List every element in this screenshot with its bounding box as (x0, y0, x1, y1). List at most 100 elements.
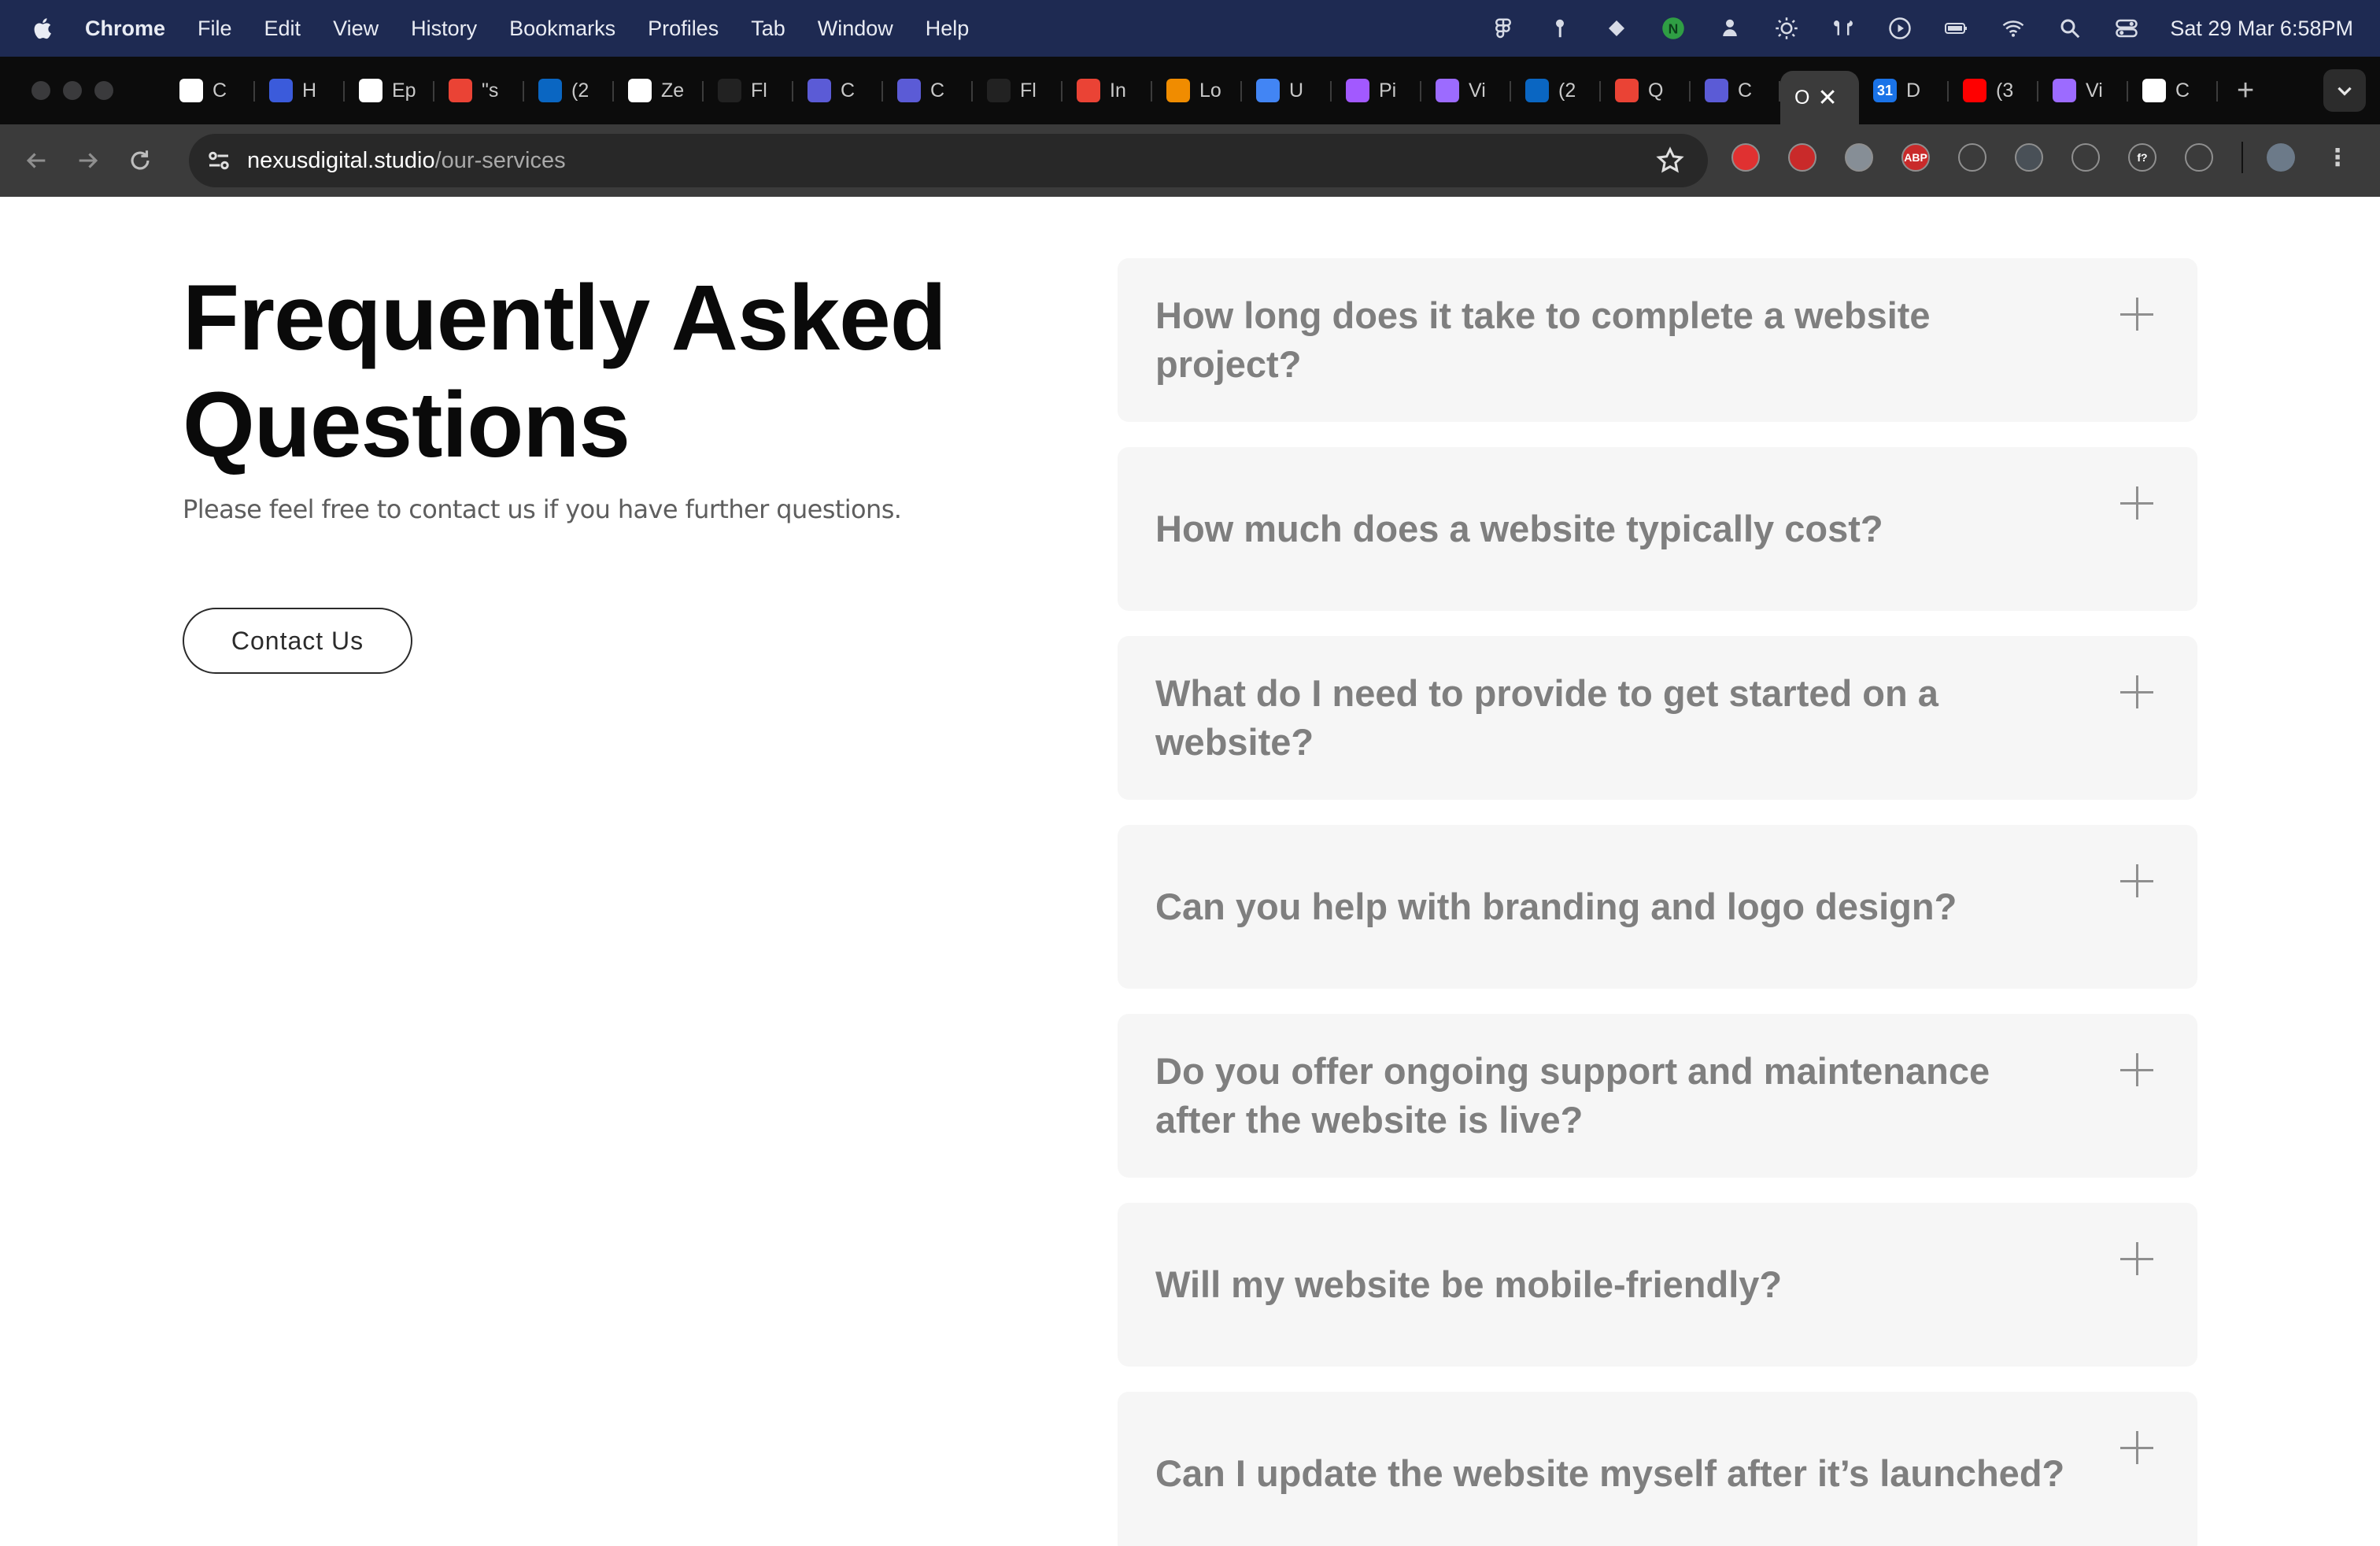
play-status-icon[interactable] (1888, 17, 1912, 40)
airpods-status-icon[interactable] (1831, 17, 1855, 40)
arrow-left-icon (26, 153, 46, 168)
shield-extension-icon[interactable] (2015, 143, 2043, 172)
plus-icon[interactable] (2120, 298, 2153, 331)
back-button[interactable] (20, 145, 52, 176)
reload-button[interactable] (124, 145, 156, 176)
browser-tab[interactable]: Pi (1332, 67, 1421, 114)
plus-icon[interactable] (2120, 675, 2153, 708)
browser-tab[interactable]: "s (434, 67, 524, 114)
plus-icon[interactable] (2120, 486, 2153, 520)
gmail-icon (449, 79, 472, 102)
dice-icon (359, 79, 382, 102)
glasses-extension-icon[interactable] (1845, 143, 1873, 172)
incognito-status-icon[interactable] (1718, 17, 1742, 40)
profile-avatar[interactable] (2267, 143, 2295, 172)
adblock-extension-icon[interactable]: ABP (1901, 143, 1930, 172)
more-menu-icon[interactable]: ⋮ (2323, 143, 2352, 172)
apple-icon[interactable] (30, 15, 57, 42)
plus-icon[interactable] (2120, 1053, 2153, 1086)
tab-title: Lo (1199, 79, 1221, 102)
faq-question: How much does a website typically cost? (1155, 508, 1883, 549)
bug-status-icon[interactable] (1605, 17, 1628, 40)
browser-tab[interactable]: Vi (2038, 67, 2128, 114)
browser-tab[interactable]: (2 (524, 67, 614, 114)
forward-button[interactable] (72, 145, 104, 176)
faq-item[interactable]: How much does a website typically cost? (1118, 447, 2197, 611)
faq-question: Can I update the website myself after it… (1155, 1452, 2065, 1494)
menu-history[interactable]: History (411, 17, 477, 41)
extensions-area: ABP f? ⋮ (1731, 142, 2380, 173)
control-center-icon[interactable] (2115, 17, 2138, 40)
menu-bookmarks[interactable]: Bookmarks (509, 17, 615, 41)
menubar-clock[interactable]: Sat 29 Mar 6:58PM (2170, 17, 2353, 41)
browser-tab[interactable]: Fl (704, 67, 793, 114)
browser-tab[interactable]: Ze (614, 67, 704, 114)
faq-item[interactable]: How long does it take to complete a webs… (1118, 258, 2197, 422)
browser-tab[interactable]: Vi (1421, 67, 1511, 114)
menu-tab[interactable]: Tab (751, 17, 785, 41)
spotlight-search-icon[interactable] (2058, 17, 2082, 40)
vite-icon (1436, 79, 1459, 102)
address-bar[interactable]: nexusdigital.studio/our-services (189, 134, 1708, 187)
browser-tab[interactable]: In (1062, 67, 1152, 114)
font-extension-icon[interactable]: f? (2128, 143, 2156, 172)
faq-item[interactable]: Do you offer ongoing support and mainten… (1118, 1014, 2197, 1178)
faq-item[interactable]: Can you help with branding and logo desi… (1118, 825, 2197, 989)
new-tab-button[interactable]: + (2237, 74, 2254, 108)
brightness-status-icon[interactable] (1775, 17, 1798, 40)
browser-tab[interactable]: (3 (1949, 67, 2038, 114)
browser-tab[interactable]: C (883, 67, 973, 114)
tab-title: Vi (1469, 79, 1486, 102)
browser-tab[interactable]: Fl (973, 67, 1062, 114)
menu-window[interactable]: Window (818, 17, 893, 41)
active-browser-tab[interactable]: O ✕ (1780, 71, 1859, 124)
browser-tab[interactable]: Lo (1152, 67, 1242, 114)
plus-icon[interactable] (2120, 864, 2153, 897)
key-status-icon[interactable] (1548, 17, 1572, 40)
menu-profiles[interactable]: Profiles (648, 17, 719, 41)
close-tab-icon[interactable]: ✕ (1817, 84, 1837, 112)
browser-tab[interactable]: H (255, 67, 345, 114)
battery-status-icon[interactable] (1945, 17, 1968, 40)
plus-icon[interactable] (2120, 1431, 2153, 1464)
close-window-button[interactable] (31, 81, 50, 100)
n-status-icon[interactable]: N (1661, 17, 1685, 40)
browser-tab[interactable]: Q (1601, 67, 1691, 114)
hand-extension-icon[interactable] (1788, 143, 1816, 172)
browser-toolbar: nexusdigital.studio/our-services ABP f? ⋮ (0, 124, 2380, 197)
menu-file[interactable]: File (198, 17, 232, 41)
wifi-status-icon[interactable] (2001, 17, 2025, 40)
browser-tab[interactable]: Ep (345, 67, 434, 114)
faq-item[interactable]: Can I update the website myself after it… (1118, 1392, 2197, 1546)
youtube-icon (1963, 79, 1986, 102)
puzzle-extension-icon[interactable] (2185, 143, 2213, 172)
url-text: nexusdigital.studio/our-services (247, 148, 566, 174)
faq-item[interactable]: What do I need to provide to get started… (1118, 636, 2197, 800)
vite-icon (2053, 79, 2076, 102)
bookmark-star-icon[interactable] (1656, 146, 1684, 175)
plus-icon[interactable] (2120, 1242, 2153, 1275)
menu-app-chrome[interactable]: Chrome (85, 17, 165, 41)
figma-status-icon[interactable] (1491, 17, 1515, 40)
zoom-window-button[interactable] (94, 81, 113, 100)
gmail-icon (1077, 79, 1100, 102)
minimize-window-button[interactable] (63, 81, 82, 100)
openai-icon (179, 79, 203, 102)
pokeball-extension-icon[interactable] (1731, 143, 1760, 172)
faq-item[interactable]: Will my website be mobile-friendly? (1118, 1203, 2197, 1367)
browser-tab[interactable]: 31 D (1859, 67, 1949, 114)
browser-tab[interactable]: U (1242, 67, 1332, 114)
contact-us-button[interactable]: Contact Us (183, 608, 412, 674)
compass-extension-icon[interactable] (2071, 143, 2100, 172)
eyedropper-extension-icon[interactable] (1958, 143, 1986, 172)
menu-edit[interactable]: Edit (264, 17, 301, 41)
browser-tab[interactable]: C (165, 67, 255, 114)
tab-search-button[interactable] (2323, 69, 2366, 112)
menu-help[interactable]: Help (926, 17, 970, 41)
site-settings-icon[interactable] (205, 146, 233, 175)
browser-tab[interactable]: C (1691, 67, 1780, 114)
browser-tab[interactable]: (2 (1511, 67, 1601, 114)
menu-view[interactable]: View (333, 17, 379, 41)
browser-tab[interactable]: C (793, 67, 883, 114)
browser-tab[interactable]: C (2128, 67, 2218, 114)
